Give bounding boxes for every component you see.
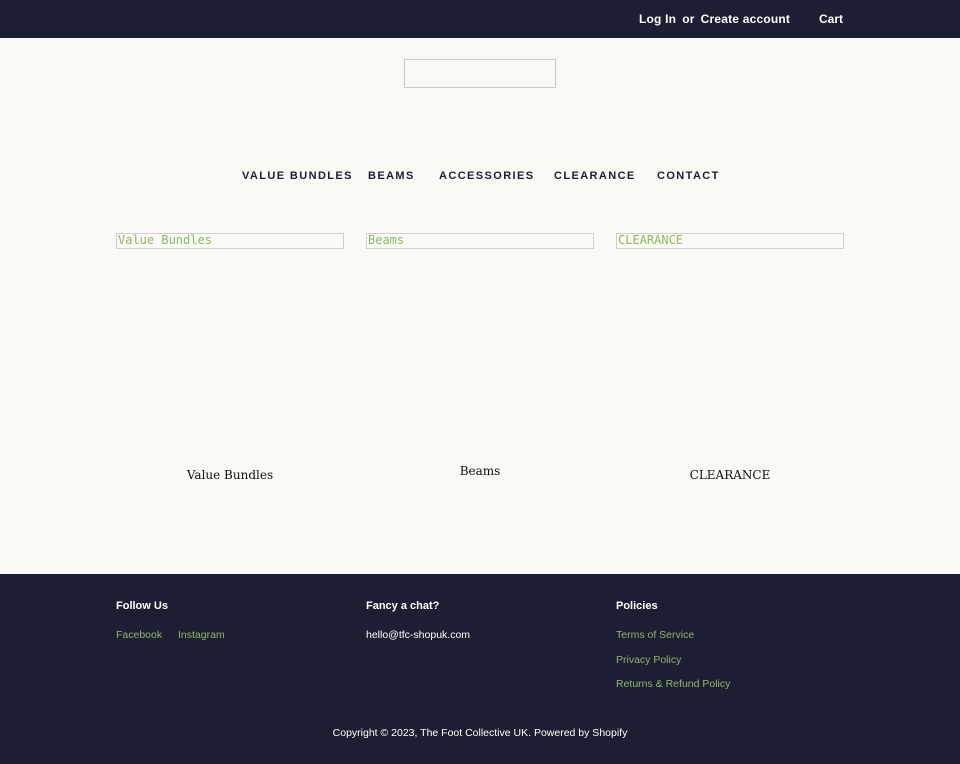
terms-of-service-link[interactable]: Terms of Service <box>616 629 694 641</box>
footer-heading-follow: Follow Us <box>116 600 168 612</box>
copyright-text: Copyright © 2023, The Foot Collective UK… <box>332 727 628 739</box>
cart-link[interactable]: Cart <box>819 12 843 26</box>
collection-title[interactable]: CLEARANCE <box>616 468 844 482</box>
login-link[interactable]: Log In <box>639 12 676 26</box>
main-navigation: VALUE BUNDLES BEAMS ACCESSORIES CLEARANC… <box>0 170 960 184</box>
collection-title[interactable]: Beams <box>366 464 594 478</box>
contact-email: hello@tfc-shopuk.com <box>366 629 471 641</box>
collection-image[interactable]: CLEARANCE <box>616 233 844 249</box>
refund-policy-link[interactable]: Returns & Refund Policy <box>616 678 730 690</box>
privacy-policy-link[interactable]: Privacy Policy <box>616 654 681 666</box>
collection-title[interactable]: Value Bundles <box>116 468 344 482</box>
or-text: or <box>682 12 695 26</box>
nav-item-clearance[interactable]: CLEARANCE <box>554 170 636 182</box>
site-footer: Follow Us Facebook Instagram Fancy a cha… <box>0 574 960 764</box>
top-bar: Log In or Create account Cart <box>0 0 960 38</box>
nav-item-contact[interactable]: CONTACT <box>657 170 720 182</box>
instagram-link[interactable]: Instagram <box>178 629 225 641</box>
nav-item-value-bundles[interactable]: VALUE BUNDLES <box>242 170 353 182</box>
collection-image[interactable]: Value Bundles <box>116 233 344 249</box>
account-links: Log In or Create account <box>639 12 790 26</box>
site-logo[interactable] <box>404 59 556 88</box>
facebook-link[interactable]: Facebook <box>116 629 162 641</box>
create-account-link[interactable]: Create account <box>701 12 791 26</box>
nav-item-accessories[interactable]: ACCESSORIES <box>439 170 534 182</box>
footer-heading-chat: Fancy a chat? <box>366 600 440 612</box>
collection-card-clearance[interactable]: CLEARANCE CLEARANCE <box>616 233 844 482</box>
collection-image[interactable]: Beams <box>366 233 594 249</box>
footer-heading-policies: Policies <box>616 600 658 612</box>
collection-card-value-bundles[interactable]: Value Bundles Value Bundles <box>116 233 344 482</box>
collection-card-beams[interactable]: Beams Beams <box>366 233 594 478</box>
nav-item-beams[interactable]: BEAMS <box>368 170 415 182</box>
